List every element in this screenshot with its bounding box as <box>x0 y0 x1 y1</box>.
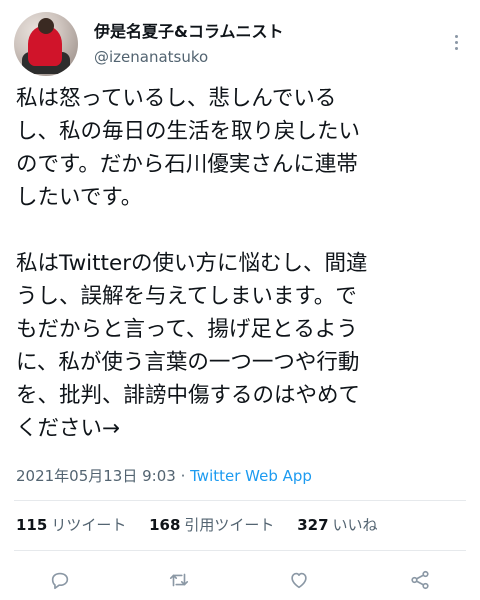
user-names: 伊是名夏子&コラムニスト @izenanatsuko <box>94 18 283 66</box>
tweet-line: 私はTwitterの使い方に悩むし、間違 <box>16 251 368 276</box>
quotes-label: 引用ツイート <box>184 516 275 534</box>
tweet-line: に、私が使う言葉の一つ一つや行動 <box>16 350 360 375</box>
tweet-line: を、批判、誹謗中傷するのはやめて <box>16 383 361 408</box>
heart-icon[interactable] <box>285 566 313 594</box>
tweet-line: し、私の毎日の生活を取り戻したい <box>16 119 361 144</box>
tweet-header: 伊是名夏子&コラムニスト @izenanatsuko <box>14 12 466 76</box>
tweet-line: したいです。 <box>16 185 143 210</box>
tweet-line: のです。だから石川優実さんに連帯 <box>16 152 358 177</box>
retweets-stat[interactable]: 115 リツイート <box>16 516 126 534</box>
user-handle[interactable]: @izenanatsuko <box>94 48 283 66</box>
retweets-count: 115 <box>16 516 48 534</box>
timestamp[interactable]: 2021年05月13日 9:03 <box>16 467 176 485</box>
display-name[interactable]: 伊是名夏子&コラムニスト <box>94 18 283 42</box>
retweet-icon[interactable] <box>165 566 193 594</box>
likes-stat[interactable]: 327 いいね <box>297 516 377 534</box>
engagement-stats: 115 リツイート 168 引用ツイート 327 いいね <box>16 514 378 535</box>
likes-count: 327 <box>297 516 329 534</box>
tweet-meta: 2021年05月13日 9:03 · Twitter Web App <box>16 465 312 486</box>
tweet-line: ください→ <box>16 416 121 441</box>
likes-label: いいね <box>332 516 378 534</box>
tweet-text: 私は怒っているし、悲しんでいる し、私の毎日の生活を取り戻したい のです。だから… <box>16 82 468 445</box>
tweet-line: もだからと言って、揚げ足とるよう <box>16 317 358 342</box>
reply-icon[interactable] <box>46 566 74 594</box>
divider <box>14 550 466 551</box>
retweets-label: リツイート <box>51 516 127 534</box>
meta-separator: · <box>175 467 191 485</box>
more-vertical-icon[interactable] <box>446 30 466 54</box>
tweet-line: うし、誤解を与えてしまいます。で <box>16 284 357 309</box>
divider <box>14 500 466 501</box>
quotes-stat[interactable]: 168 引用ツイート <box>149 516 274 534</box>
avatar[interactable] <box>14 12 78 76</box>
action-bar <box>0 560 480 600</box>
quotes-count: 168 <box>149 516 181 534</box>
head-shape <box>38 18 54 34</box>
share-icon[interactable] <box>406 566 434 594</box>
source-app-link[interactable]: Twitter Web App <box>190 467 312 485</box>
tweet-line: 私は怒っているし、悲しんでいる <box>16 86 337 111</box>
